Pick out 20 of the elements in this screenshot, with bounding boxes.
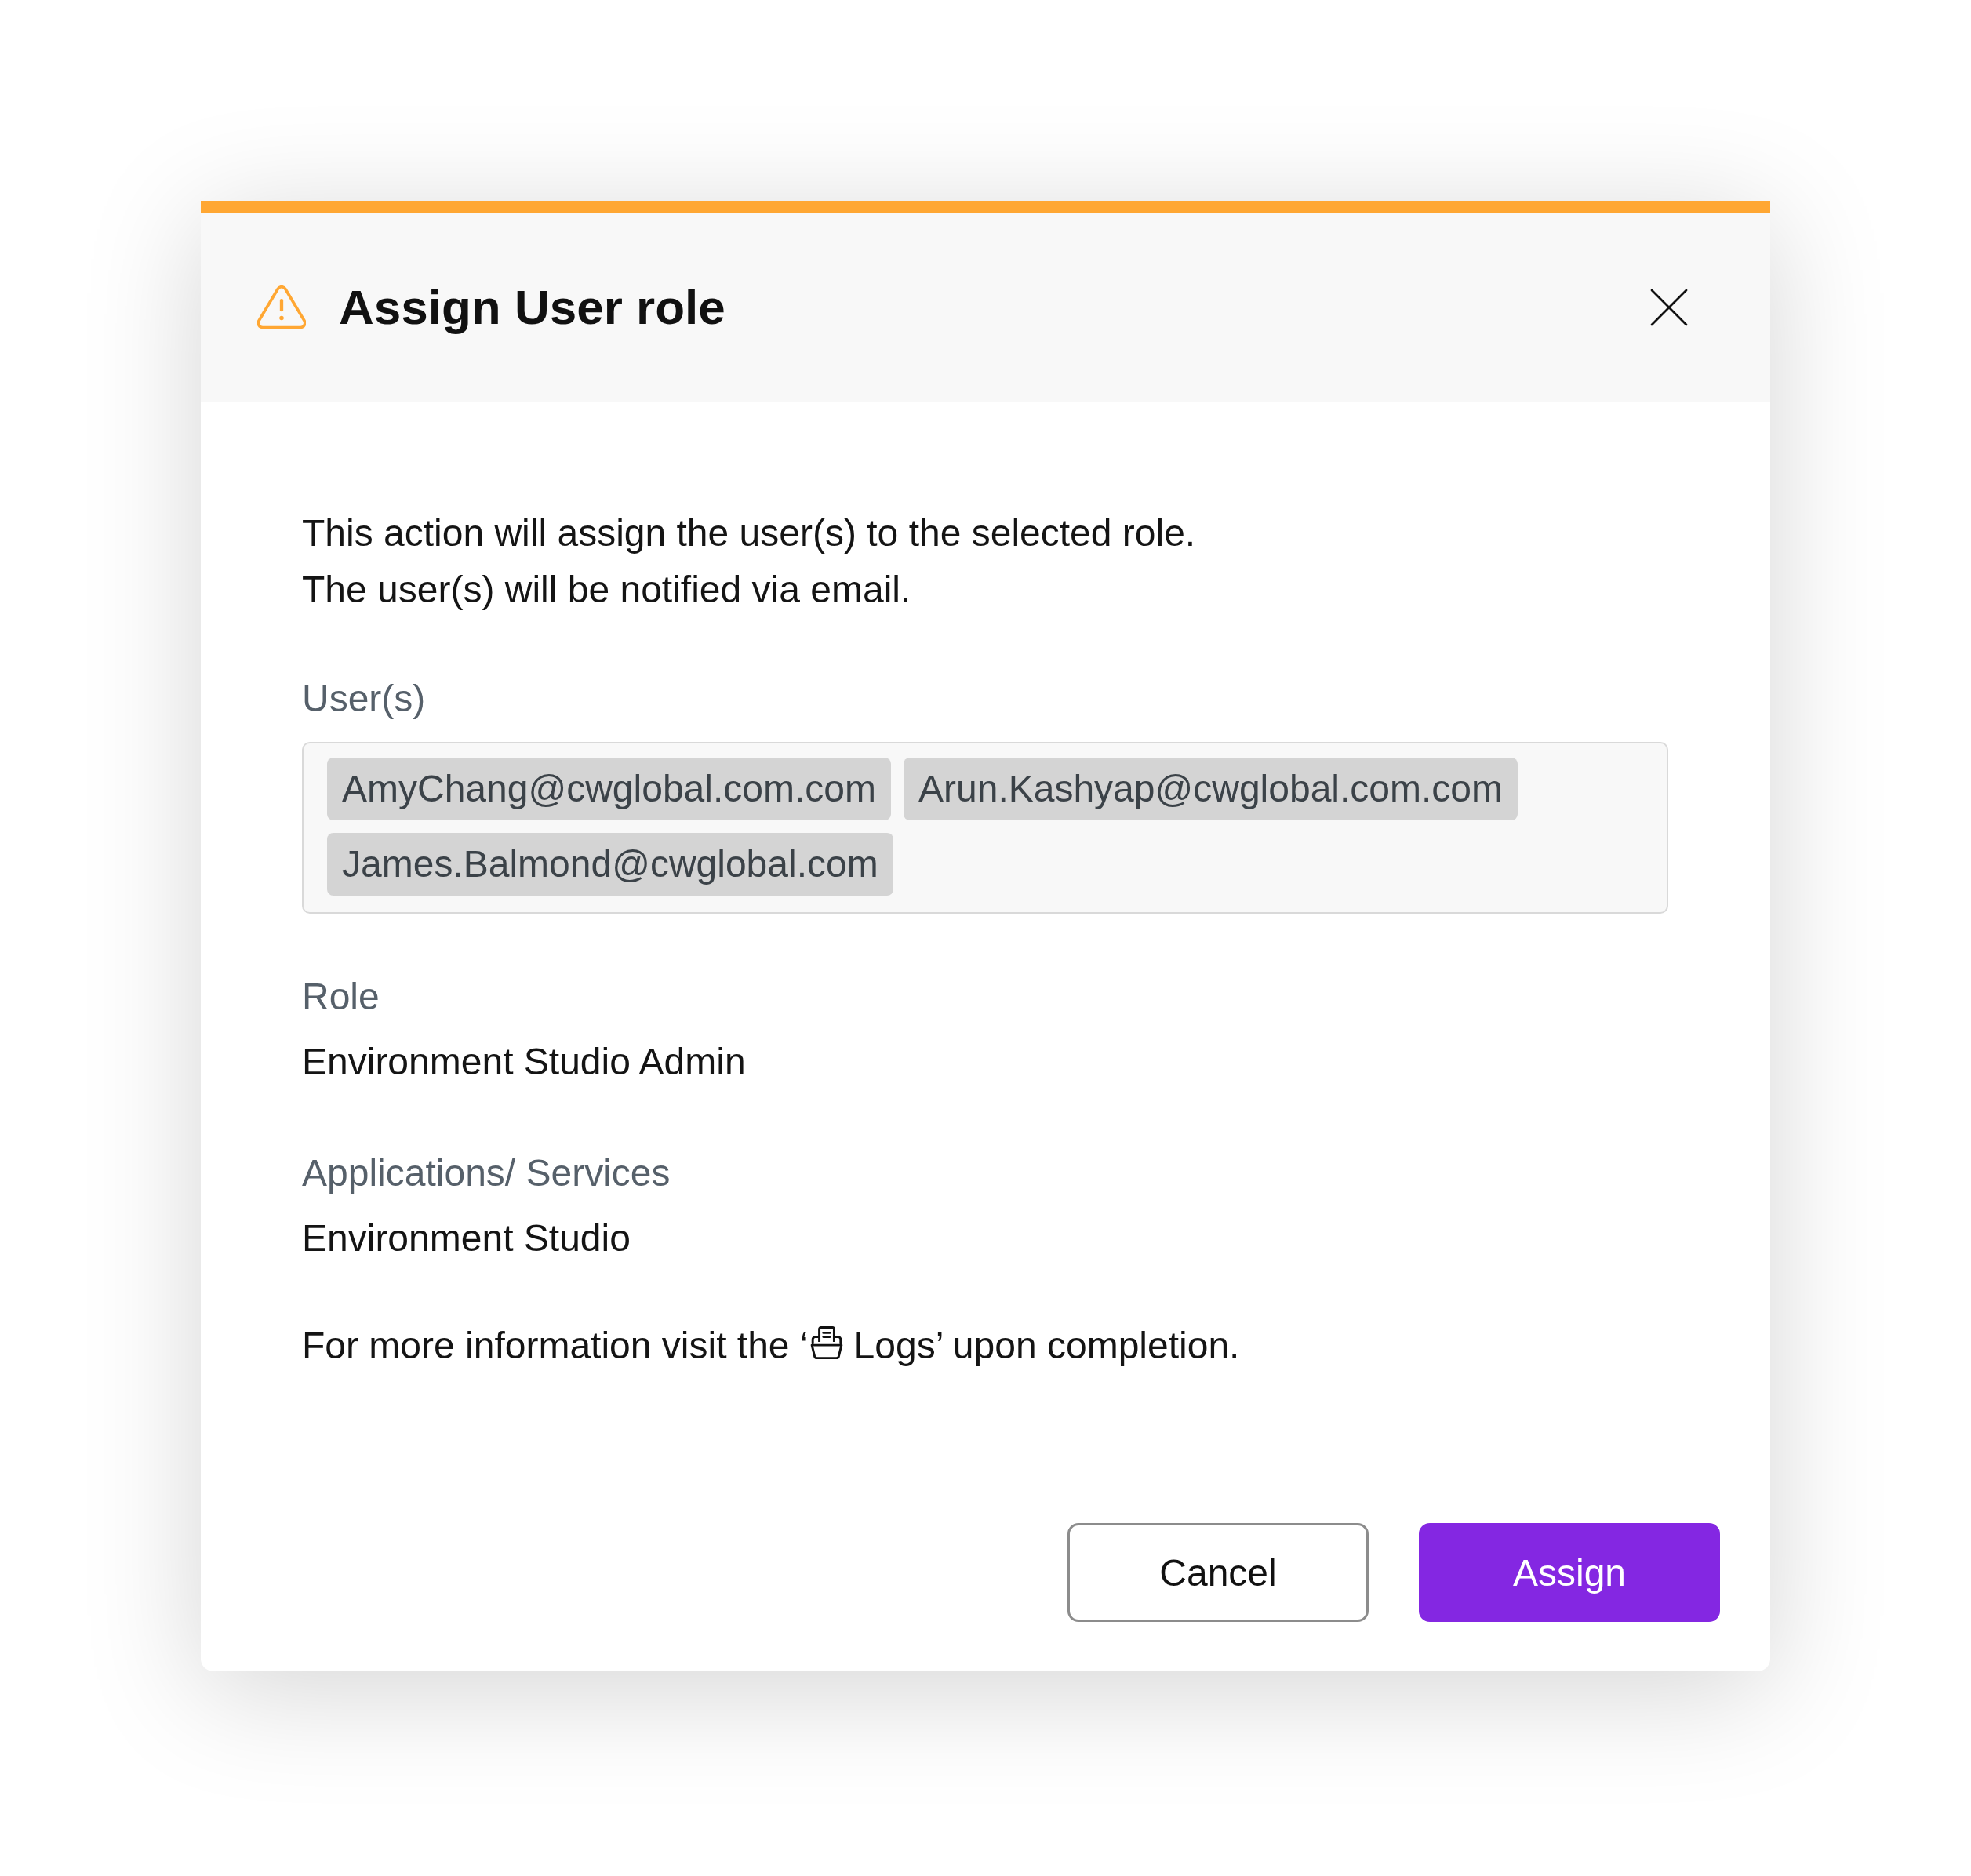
document-tray-icon bbox=[809, 1326, 843, 1361]
user-tag: James.Balmond@cwglobal.com bbox=[327, 833, 893, 896]
close-button[interactable] bbox=[1650, 289, 1688, 326]
field-value: Environment Studio bbox=[302, 1216, 631, 1260]
user-tag: Arun.Kashyap@cwglobal.com.com bbox=[904, 758, 1518, 820]
info-text: For more information visit the ‘ bbox=[302, 1324, 809, 1368]
description-text: The user(s) will be notified via email. bbox=[302, 568, 912, 612]
warning-icon bbox=[257, 285, 306, 329]
field-label: Applications/ Services bbox=[302, 1151, 671, 1195]
users-field[interactable]: AmyChang@cwglobal.com.com Arun.Kashyap@cwglobal.com.com James.Balmond@cwglobal.com bbox=[302, 742, 1668, 914]
cancel-button[interactable]: Cancel bbox=[1067, 1523, 1369, 1622]
assign-button[interactable]: Assign bbox=[1419, 1523, 1720, 1622]
field-label: User(s) bbox=[302, 677, 427, 721]
user-tag: AmyChang@cwglobal.com.com bbox=[327, 758, 891, 820]
close-icon bbox=[1650, 289, 1688, 326]
description-text: This action will assign the user(s) to the selected role. bbox=[302, 511, 1197, 555]
field-label: Role bbox=[302, 975, 380, 1019]
dialog-title: Assign User role bbox=[339, 279, 726, 336]
info-text: Logs’ upon completion. bbox=[853, 1324, 1240, 1368]
field-value: Environment Studio Admin bbox=[302, 1040, 747, 1084]
